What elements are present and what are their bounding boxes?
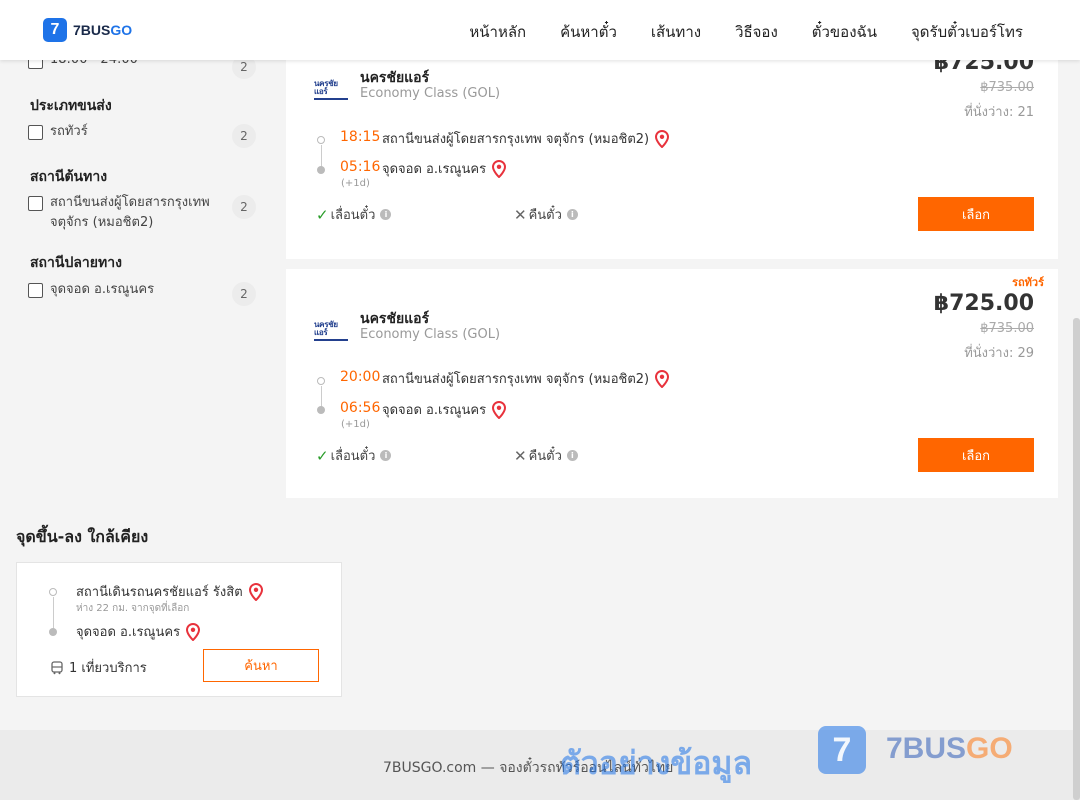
select-trip-button[interactable]: เลือก — [918, 197, 1034, 231]
filter-origin-row[interactable]: สถานีขนส่งผู้โดยสารกรุงเทพ จตุจักร (หมอช… — [28, 195, 256, 233]
result-card: นครชัยแอร์ นครชัยแอร์ Economy Class (GOL… — [286, 40, 1058, 259]
transport-tag: รถทัวร์ — [1012, 276, 1044, 289]
day-offset: (+1d) — [341, 419, 370, 430]
nav-home[interactable]: หน้าหลัก — [469, 20, 526, 44]
nearby-to-stop[interactable]: จุดจอด อ.เรณูนคร — [76, 621, 201, 642]
filter-transport-row[interactable]: รถทัวร์ 2 — [28, 124, 256, 148]
info-icon[interactable]: i — [566, 450, 578, 461]
logo-wordmark: 7BUSGO — [73, 22, 133, 38]
info-icon[interactable]: i — [566, 209, 578, 220]
old-price: ฿735.00 — [980, 321, 1034, 336]
change-ticket-feature: ✓ เลื่อนตั๋ว i — [316, 204, 392, 225]
to-dot — [49, 628, 57, 636]
old-price: ฿735.00 — [980, 80, 1034, 95]
nearby-card: สถานีเดินรถนครชัยแอร์ รังสิต ห่าง 22 กม.… — [16, 562, 342, 697]
main-nav: หน้าหลัก ค้นหาตั๋ว เส้นทาง วิธีจอง ตั๋วข… — [469, 20, 1023, 44]
from-dot — [49, 588, 57, 596]
destination-count: 2 — [232, 282, 256, 306]
depart-time: 20:00 — [340, 369, 381, 385]
top-header: 7 7BUSGO หน้าหลัก ค้นหาตั๋ว เส้นทาง วิธี… — [0, 0, 1080, 60]
depart-time: 18:15 — [340, 129, 381, 145]
transport-count: 2 — [232, 124, 256, 148]
filter-destination-row[interactable]: จุดจอด อ.เรณูนคร 2 — [28, 282, 256, 306]
refund-ticket-feature: ✕ คืนตั๋ว i — [514, 204, 578, 225]
nearby-distance: ห่าง 22 กม. จากจุดที่เลือก — [76, 603, 190, 614]
nearby-search-button[interactable]: ค้นหา — [203, 649, 319, 682]
route-line — [53, 597, 54, 629]
bus-icon — [51, 660, 63, 674]
depart-dot — [317, 377, 325, 385]
destination-title: สถานีปลายทาง — [30, 255, 122, 271]
operator-logo: นครชัยแอร์ — [314, 321, 350, 341]
map-pin-icon[interactable] — [655, 129, 670, 148]
transport-checkbox[interactable] — [28, 125, 43, 140]
arrive-stop[interactable]: จุดจอด อ.เรณูนคร — [382, 399, 507, 420]
destination-checkbox[interactable] — [28, 283, 43, 298]
operator-logo: นครชัยแอร์ — [314, 80, 350, 100]
seat-class: Economy Class (GOL) — [360, 86, 501, 101]
logo-badge: 7 — [43, 18, 67, 42]
change-ticket-feature: ✓ เลื่อนตั๋ว i — [316, 445, 392, 466]
arrive-dot — [317, 406, 325, 414]
footer: 7BUSGO.com — จองตั๋วรถทัวร์ออนไลน์ทั่วไท… — [0, 726, 1080, 800]
seats-available: ที่นั่งว่าง: 21 — [964, 105, 1034, 120]
site-logo[interactable]: 7 7BUSGO — [43, 18, 132, 42]
watermark-brand: 7BUSGO — [886, 732, 1013, 765]
route-line — [321, 145, 322, 167]
seat-class: Economy Class (GOL) — [360, 327, 501, 342]
page-scrollbar[interactable] — [1073, 318, 1080, 800]
map-pin-icon[interactable] — [655, 369, 670, 388]
map-pin-icon[interactable] — [186, 622, 201, 641]
depart-dot — [317, 136, 325, 144]
arrive-time: 05:16 — [340, 159, 381, 175]
nav-how-to-book[interactable]: วิธีจอง — [735, 20, 778, 44]
refund-ticket-feature: ✕ คืนตั๋ว i — [514, 445, 578, 466]
day-offset: (+1d) — [341, 178, 370, 189]
destination-label: จุดจอด อ.เรณูนคร — [50, 282, 155, 297]
origin-title: สถานีต้นทาง — [30, 169, 108, 185]
result-card: รถทัวร์ นครชัยแอร์ นครชัยแอร์ Economy Cl… — [286, 269, 1058, 498]
cross-icon: ✕ — [514, 446, 527, 465]
origin-count: 2 — [232, 195, 256, 219]
check-icon: ✓ — [316, 446, 329, 465]
depart-stop[interactable]: สถานีขนส่งผู้โดยสารกรุงเทพ จตุจักร (หมอช… — [382, 128, 670, 149]
origin-checkbox[interactable] — [28, 196, 43, 211]
check-icon: ✓ — [316, 205, 329, 224]
cross-icon: ✕ — [514, 205, 527, 224]
nav-pickup-points[interactable]: จุดรับตั๋วเบอร์โทร — [911, 20, 1023, 44]
nearby-trips: 1 เที่ยวบริการ — [50, 657, 147, 678]
nav-routes[interactable]: เส้นทาง — [651, 20, 701, 44]
nearby-from-stop[interactable]: สถานีเดินรถนครชัยแอร์ รังสิต — [76, 581, 263, 602]
map-pin-icon[interactable] — [492, 400, 507, 419]
arrive-stop[interactable]: จุดจอด อ.เรณูนคร — [382, 158, 507, 179]
info-icon[interactable]: i — [380, 209, 392, 220]
transport-label: รถทัวร์ — [50, 124, 88, 139]
watermark-logo-badge: 7 — [818, 726, 866, 774]
nav-search-tickets[interactable]: ค้นหาตั๋ว — [560, 20, 617, 44]
transport-type-title: ประเภทขนส่ง — [30, 98, 112, 114]
nearby-title: จุดขึ้น-ลง ใกล้เคียง — [16, 527, 149, 546]
map-pin-icon[interactable] — [492, 159, 507, 178]
seats-available: ที่นั่งว่าง: 29 — [964, 346, 1034, 361]
watermark-text: ตัวอย่างข้อมูล — [560, 744, 753, 782]
arrive-dot — [317, 166, 325, 174]
map-pin-icon[interactable] — [248, 582, 263, 601]
nav-my-tickets[interactable]: ตั๋วของฉัน — [812, 20, 877, 44]
info-icon[interactable]: i — [380, 450, 392, 461]
arrive-time: 06:56 — [340, 400, 381, 416]
depart-stop[interactable]: สถานีขนส่งผู้โดยสารกรุงเทพ จตุจักร (หมอช… — [382, 368, 670, 389]
price: ฿725.00 — [933, 291, 1034, 316]
select-trip-button[interactable]: เลือก — [918, 438, 1034, 472]
route-line — [321, 386, 322, 408]
origin-label: สถานีขนส่งผู้โดยสารกรุงเทพ จตุจักร (หมอช… — [50, 195, 210, 230]
